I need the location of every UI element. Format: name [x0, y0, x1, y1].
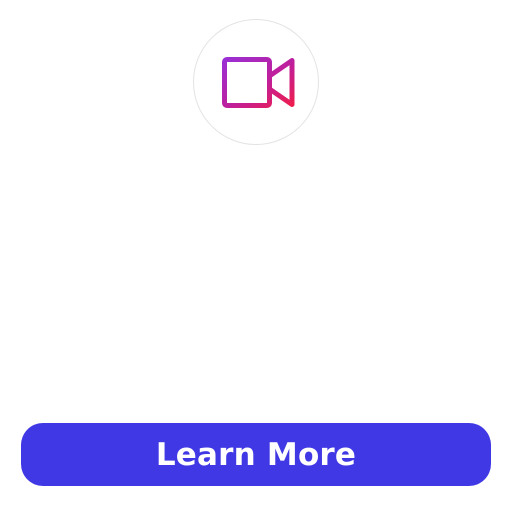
learn-more-button[interactable]: Learn More	[21, 423, 491, 486]
feature-icon-badge	[193, 19, 319, 145]
video-camera-icon	[222, 57, 295, 108]
